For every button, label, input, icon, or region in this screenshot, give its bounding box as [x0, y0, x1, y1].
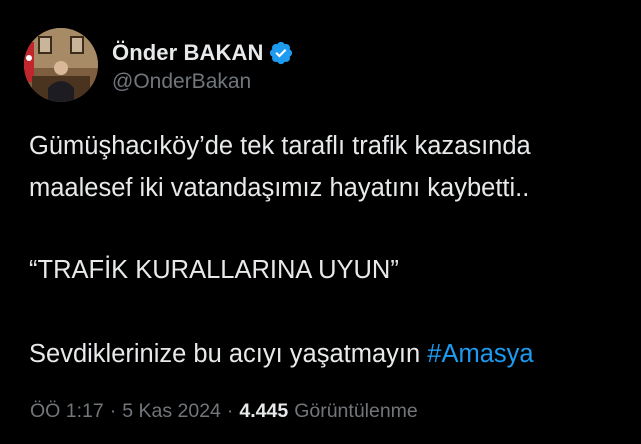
tweet-header: Önder BAKAN @OnderBakan — [24, 28, 294, 102]
tweet-time[interactable]: ÖÖ 1:17 — [30, 400, 104, 423]
display-name[interactable]: Önder BAKAN — [112, 40, 263, 66]
tweet-text-line-4-text: Sevdiklerinize bu acıyı yaşatmayın — [29, 340, 428, 368]
tweet-meta: ÖÖ 1:17 · 5 Kas 2024 · 4.445 Görüntülenm… — [30, 400, 418, 423]
author-handle[interactable]: @OnderBakan — [112, 70, 294, 94]
tweet-text-line-3: “TRAFİK KURALLARINA UYUN” — [29, 256, 399, 284]
tweet-date[interactable]: 5 Kas 2024 — [122, 400, 221, 423]
meta-separator-2: · — [226, 400, 234, 422]
tweet-text-line-1: Gümüşhacıköy’de tek taraflı trafik kazas… — [29, 132, 531, 160]
name-row: Önder BAKAN — [112, 37, 294, 69]
meta-separator: · — [109, 400, 117, 422]
verified-badge-icon — [268, 40, 294, 66]
hashtag-link[interactable]: #Amasya — [427, 340, 533, 368]
tweet-card: Önder BAKAN @OnderBakan Gümüşhacıköy’de … — [0, 0, 641, 444]
tweet-text-line-4: Sevdiklerinize bu acıyı yaşatmayın #Amas… — [29, 334, 627, 374]
author-names: Önder BAKAN @OnderBakan — [112, 37, 294, 94]
avatar[interactable] — [24, 28, 98, 102]
views-label: Görüntülenme — [294, 400, 418, 422]
tweet-text-line-2: maalesef iki vatandaşımız hayatını kaybe… — [29, 174, 530, 202]
views-count[interactable]: 4.445 — [239, 400, 288, 423]
